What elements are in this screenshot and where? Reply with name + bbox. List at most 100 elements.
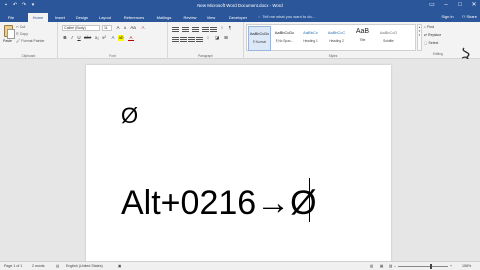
italic-button[interactable]: I	[69, 35, 75, 41]
subscript-button[interactable]: x₂	[94, 35, 100, 41]
status-bar: Page 1 of 1 2 words ▤ English (United St…	[0, 261, 480, 270]
find-button[interactable]: ⌕ Find	[424, 25, 434, 29]
numbering-icon[interactable]	[182, 26, 189, 32]
font-group: Calibri (Body) 11 A A Aa A B I U abc x₂ …	[58, 22, 168, 59]
superscript-button[interactable]: x²	[101, 35, 107, 41]
select-button[interactable]: ⬚ Select	[424, 41, 438, 45]
close-icon[interactable]: ✕	[470, 1, 478, 9]
align-center-icon[interactable]	[180, 36, 187, 42]
tab-developer[interactable]: Developer	[224, 13, 252, 22]
tab-review[interactable]: Review	[179, 13, 201, 22]
line-spacing-icon[interactable]: ↕	[205, 35, 211, 41]
style-heading-1[interactable]: AaBbCc Heading 1	[299, 26, 322, 51]
copy-label: Copy	[19, 32, 28, 36]
maximize-icon[interactable]: □	[456, 1, 464, 9]
document-text-line[interactable]: Alt+0216→Ø	[121, 184, 317, 223]
print-layout-icon[interactable]: ▦	[380, 264, 383, 268]
decrease-indent-icon[interactable]	[202, 26, 209, 32]
language-indicator[interactable]: English (United States)	[66, 264, 103, 268]
shrink-font-icon[interactable]: A	[122, 25, 128, 31]
tab-references[interactable]: References	[119, 13, 149, 22]
highlight-icon[interactable]: ab	[118, 35, 124, 41]
style-preview: AaBbCcDc	[249, 31, 270, 36]
align-left-icon[interactable]	[172, 36, 179, 42]
font-color-icon[interactable]: A	[128, 35, 134, 41]
tell-me-box[interactable]: ◌ Tell me what you want to do...	[258, 14, 315, 19]
font-size-select[interactable]: 11	[102, 25, 112, 31]
web-layout-icon[interactable]: ▧	[389, 264, 392, 268]
format-painter-label: Format Painter	[21, 39, 45, 43]
paste-icon[interactable]	[4, 25, 15, 39]
strikethrough-button[interactable]: abc	[84, 35, 91, 41]
style-no-spacing[interactable]: AaBbCcDc ¶ No Spac...	[273, 26, 296, 51]
style-title[interactable]: AaB Title	[351, 26, 374, 51]
style-name: Subtitle	[383, 39, 394, 43]
borders-icon[interactable]: ⊞	[223, 35, 229, 41]
show-marks-icon[interactable]: ¶	[227, 25, 233, 31]
clipboard-group: Paste ✂ Cut ⎘ Copy 🖌 Format Painter Clip…	[0, 22, 58, 59]
text-effects-icon[interactable]: A	[110, 35, 116, 41]
find-label: Find	[427, 25, 435, 29]
style-preview: AaB	[355, 28, 370, 35]
change-case-icon[interactable]: Aa	[130, 25, 136, 31]
zoom-in-icon[interactable]: +	[450, 264, 452, 268]
style-preview: AaBbCcD	[379, 30, 398, 35]
zoom-level[interactable]: 158%	[462, 264, 471, 268]
shading-icon[interactable]: ◪	[214, 35, 220, 41]
tab-mailings[interactable]: Mailings	[152, 13, 176, 22]
sign-in-link[interactable]: Sign in	[441, 14, 453, 19]
account-area: Sign in ⚇ Share	[441, 14, 477, 19]
tab-insert[interactable]: Insert	[50, 13, 70, 22]
zoom-out-icon[interactable]: –	[394, 264, 396, 268]
style-preview: AaBbCcC	[327, 30, 346, 35]
style-name: ¶ Normal	[253, 40, 266, 44]
share-button[interactable]: ⚇ Share	[462, 14, 477, 19]
style-preview: AaBbCc	[303, 30, 318, 35]
replace-button[interactable]: ⇄ Replace	[424, 33, 441, 37]
minimize-icon[interactable]: –	[442, 1, 450, 9]
zoom-slider[interactable]	[398, 266, 448, 267]
multilevel-list-icon[interactable]	[192, 26, 199, 32]
cut-label: Cut	[19, 25, 26, 29]
styles-gallery: AaBbCcDc ¶ Normal AaBbCcDc ¶ No Spac... …	[246, 24, 416, 51]
title-bar: ▪ ↶ ↷ ▾ New Microsoft Word Document.docx…	[0, 0, 480, 12]
bold-button[interactable]: B	[62, 35, 68, 41]
style-normal[interactable]: AaBbCcDc ¶ Normal	[248, 26, 271, 51]
underline-button[interactable]: U	[76, 35, 82, 41]
sort-icon[interactable]: ↕	[219, 25, 225, 31]
tab-layout[interactable]: Layout	[95, 13, 115, 22]
ribbon: Paste ✂ Cut ⎘ Copy 🖌 Format Painter Clip…	[0, 22, 480, 65]
macro-icon[interactable]: ▣	[118, 264, 121, 268]
tab-home[interactable]: Home	[28, 13, 48, 22]
cut-button[interactable]: ✂ Cut	[16, 25, 25, 29]
copy-button[interactable]: ⎘ Copy	[16, 32, 28, 36]
bullets-icon[interactable]	[172, 26, 179, 32]
page-count[interactable]: Page 1 of 1	[4, 264, 22, 268]
tab-file[interactable]: File	[2, 13, 20, 22]
clipboard-group-label: Clipboard	[21, 54, 36, 58]
paste-button[interactable]: Paste	[3, 39, 12, 43]
proofing-icon[interactable]: ▤	[56, 264, 59, 268]
grow-font-icon[interactable]: A	[115, 25, 121, 31]
zoom-slider-thumb[interactable]	[430, 264, 432, 269]
align-right-icon[interactable]	[188, 36, 195, 42]
style-subtitle[interactable]: AaBbCcD Subtitle	[377, 26, 400, 51]
increase-indent-icon[interactable]	[210, 26, 217, 32]
clear-formatting-icon[interactable]: A	[140, 25, 146, 31]
justify-icon[interactable]	[196, 36, 203, 42]
ribbon-display-icon[interactable]: ▭	[428, 1, 436, 9]
style-name: Title	[359, 38, 366, 42]
document-page[interactable]: Ø Alt+0216→Ø	[86, 65, 391, 265]
styles-group-label: Styles	[328, 54, 338, 58]
word-count[interactable]: 2 words	[32, 264, 45, 268]
read-mode-icon[interactable]: ▥	[370, 264, 373, 268]
style-name: Heading 2	[329, 39, 344, 43]
document-text-line[interactable]: Ø	[121, 103, 138, 129]
font-family-select[interactable]: Calibri (Body)	[62, 25, 100, 31]
tab-view[interactable]: View	[203, 13, 219, 22]
text-cursor	[309, 178, 310, 222]
style-heading-2[interactable]: AaBbCcC Heading 2	[325, 26, 348, 51]
tab-design[interactable]: Design	[72, 13, 92, 22]
styles-more-button[interactable]: ▴ ▾ ▾	[417, 24, 422, 51]
format-painter-button[interactable]: 🖌 Format Painter	[16, 39, 45, 43]
